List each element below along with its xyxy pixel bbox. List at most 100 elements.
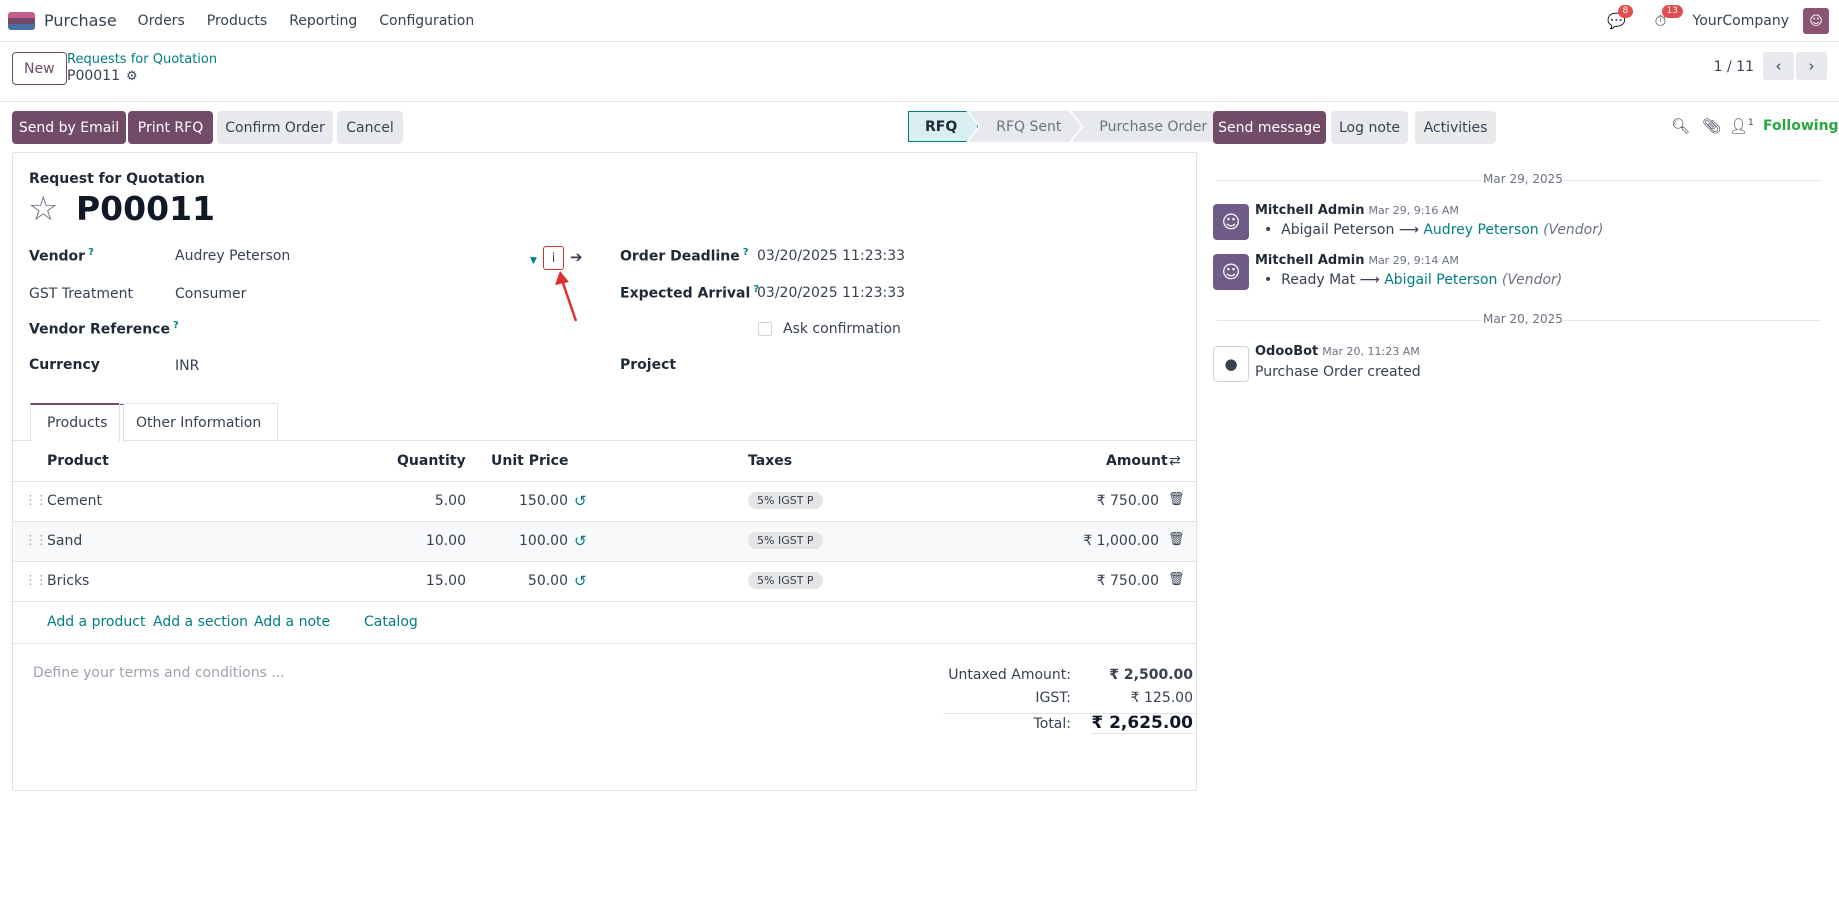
breadcrumb-current: P00011 ⚙ <box>67 68 138 84</box>
add-note-link[interactable]: Add a note <box>254 614 330 630</box>
odoobot-avatar[interactable]: ● <box>1213 346 1249 382</box>
row-product[interactable]: Sand <box>47 533 82 549</box>
menu-reporting[interactable]: Reporting <box>289 13 357 29</box>
message-author[interactable]: Mitchell Admin Mar 29, 9:14 AM <box>1255 253 1459 268</box>
row-product[interactable]: Cement <box>47 493 102 509</box>
tax-badge[interactable]: 5% IGST P <box>748 492 823 509</box>
activities-button[interactable]: Activities <box>1415 111 1496 144</box>
stage-rfq[interactable]: RFQ <box>908 111 978 142</box>
trash-icon[interactable]: 🗑︎ <box>1168 572 1185 587</box>
drag-handle-icon[interactable]: ⋮⋮ <box>24 533 48 548</box>
vendor-dropdown-caret-icon[interactable]: ▼ <box>530 256 537 266</box>
tracking-new-value: Audrey Peterson <box>1423 222 1539 238</box>
attachment-icon[interactable]: 📎︎ <box>1702 117 1721 135</box>
log-note-button[interactable]: Log note <box>1331 111 1408 144</box>
expected-arrival-field[interactable]: 03/20/2025 11:23:33 <box>757 285 905 301</box>
column-product[interactable]: Product <box>47 453 109 469</box>
vendor-open-arrow-icon[interactable]: ➔ <box>570 248 583 266</box>
print-rfq-button[interactable]: Print RFQ <box>128 111 213 144</box>
vendor-reference-help-icon[interactable]: ? <box>173 320 179 331</box>
add-section-link[interactable]: Add a section <box>153 614 248 630</box>
drag-handle-icon[interactable]: ⋮⋮ <box>24 573 48 588</box>
column-quantity[interactable]: Quantity <box>397 453 466 469</box>
stage-purchase-order[interactable]: Purchase Order <box>1071 111 1226 142</box>
message-author[interactable]: OdooBot Mar 20, 11:23 AM <box>1255 344 1420 359</box>
tax-badge[interactable]: 5% IGST P <box>748 572 823 589</box>
currency-field[interactable]: INR <box>175 358 199 374</box>
reset-price-icon[interactable]: ↺ <box>574 492 587 510</box>
order-deadline-help-icon[interactable]: ? <box>743 247 749 258</box>
reset-price-icon[interactable]: ↺ <box>574 532 587 550</box>
vendor-label: Vendor? <box>29 247 94 265</box>
cancel-button[interactable]: Cancel <box>337 111 403 144</box>
message-author-avatar[interactable]: ☺ <box>1213 204 1249 240</box>
pager-previous-button[interactable]: ‹ <box>1763 52 1794 80</box>
app-name[interactable]: Purchase <box>44 11 117 30</box>
catalog-link[interactable]: Catalog <box>364 614 418 630</box>
message-author-name[interactable]: OdooBot <box>1255 344 1318 359</box>
row-quantity[interactable]: 5.00 <box>393 493 466 509</box>
activities-clock-icon[interactable]: ⏱ 13 <box>1649 5 1683 33</box>
user-avatar[interactable]: ☺ <box>1803 8 1829 34</box>
form-sheet: Request for Quotation ☆ P00011 Vendor? A… <box>12 152 1197 791</box>
row-quantity[interactable]: 15.00 <box>393 573 466 589</box>
vendor-help-icon[interactable]: ? <box>88 247 94 258</box>
priority-star-icon[interactable]: ☆ <box>28 191 58 227</box>
pager-value[interactable]: 1 / 11 <box>1714 59 1754 75</box>
row-unit-price[interactable]: 100.00 <box>483 533 568 549</box>
message-author-name[interactable]: Mitchell Admin <box>1255 253 1364 268</box>
igst-value: ₹ 125.00 <box>1130 690 1193 706</box>
breadcrumb-rfq-list[interactable]: Requests for Quotation <box>67 52 217 67</box>
menu-configuration[interactable]: Configuration <box>379 13 474 29</box>
new-button[interactable]: New <box>12 52 67 85</box>
message-author-avatar[interactable]: ☺ <box>1213 254 1249 290</box>
order-deadline-field[interactable]: 03/20/2025 11:23:33 <box>757 248 905 264</box>
message-author[interactable]: Mitchell Admin Mar 29, 9:16 AM <box>1255 203 1459 218</box>
row-unit-price[interactable]: 150.00 <box>483 493 568 509</box>
send-by-email-button[interactable]: Send by Email <box>12 111 126 144</box>
column-unit-price[interactable]: Unit Price <box>491 453 568 469</box>
vendor-field[interactable]: Audrey Peterson <box>175 248 290 264</box>
search-icon[interactable]: 🔍︎ <box>1671 117 1690 135</box>
following-button[interactable]: Following <box>1763 118 1839 134</box>
tab-products[interactable]: Products <box>30 403 125 442</box>
followers-icon[interactable]: 👤︎1 <box>1729 117 1754 135</box>
table-row[interactable]: ⋮⋮ Sand 10.00 100.00 ↺ 5% IGST P ₹ 1,000… <box>13 522 1196 562</box>
confirm-order-button[interactable]: Confirm Order <box>217 111 333 144</box>
menu-products[interactable]: Products <box>207 13 267 29</box>
tax-badge[interactable]: 5% IGST P <box>748 532 823 549</box>
send-message-button[interactable]: Send message <box>1213 111 1326 144</box>
gst-treatment-field[interactable]: Consumer <box>175 286 246 302</box>
reset-price-icon[interactable]: ↺ <box>574 572 587 590</box>
expected-arrival-label-text: Expected Arrival <box>620 285 751 302</box>
pager-next-button[interactable]: › <box>1796 52 1827 80</box>
terms-conditions-field[interactable]: Define your terms and conditions ... <box>33 665 285 681</box>
messages-icon[interactable]: 💬 8 <box>1605 5 1634 33</box>
drag-handle-icon[interactable]: ⋮⋮ <box>24 493 48 508</box>
table-row[interactable]: ⋮⋮ Bricks 15.00 50.00 ↺ 5% IGST P ₹ 750.… <box>13 562 1196 602</box>
vendor-info-button[interactable]: i <box>543 246 564 270</box>
message-time: Mar 29, 9:14 AM <box>1368 254 1459 267</box>
trash-icon[interactable]: 🗑︎ <box>1168 492 1185 507</box>
company-switcher[interactable]: YourCompany <box>1693 13 1790 29</box>
message-author-name[interactable]: Mitchell Admin <box>1255 203 1364 218</box>
tab-other-information[interactable]: Other Information <box>119 403 279 442</box>
date-divider-line <box>1217 320 1482 321</box>
column-taxes[interactable]: Taxes <box>748 453 792 469</box>
row-unit-price[interactable]: 50.00 <box>483 573 568 589</box>
chatter-date-separator: Mar 20, 2025 <box>1483 312 1563 326</box>
app-menu-icon[interactable] <box>8 11 35 30</box>
menu-orders[interactable]: Orders <box>138 13 185 29</box>
column-amount[interactable]: Amount <box>1106 453 1168 469</box>
trash-icon[interactable]: 🗑︎ <box>1168 532 1185 547</box>
ask-confirmation-checkbox[interactable] <box>758 322 772 336</box>
row-product[interactable]: Bricks <box>47 573 89 589</box>
order-deadline-label: Order Deadline? <box>620 247 749 265</box>
row-quantity[interactable]: 10.00 <box>393 533 466 549</box>
stage-rfq-sent[interactable]: RFQ Sent <box>968 111 1081 142</box>
optional-columns-icon[interactable]: ⇄ <box>1169 453 1181 469</box>
table-row[interactable]: ⋮⋮ Cement 5.00 150.00 ↺ 5% IGST P ₹ 750.… <box>13 482 1196 522</box>
gear-icon[interactable]: ⚙ <box>126 69 138 84</box>
date-divider-line <box>1563 320 1821 321</box>
add-product-link[interactable]: Add a product <box>47 614 145 630</box>
